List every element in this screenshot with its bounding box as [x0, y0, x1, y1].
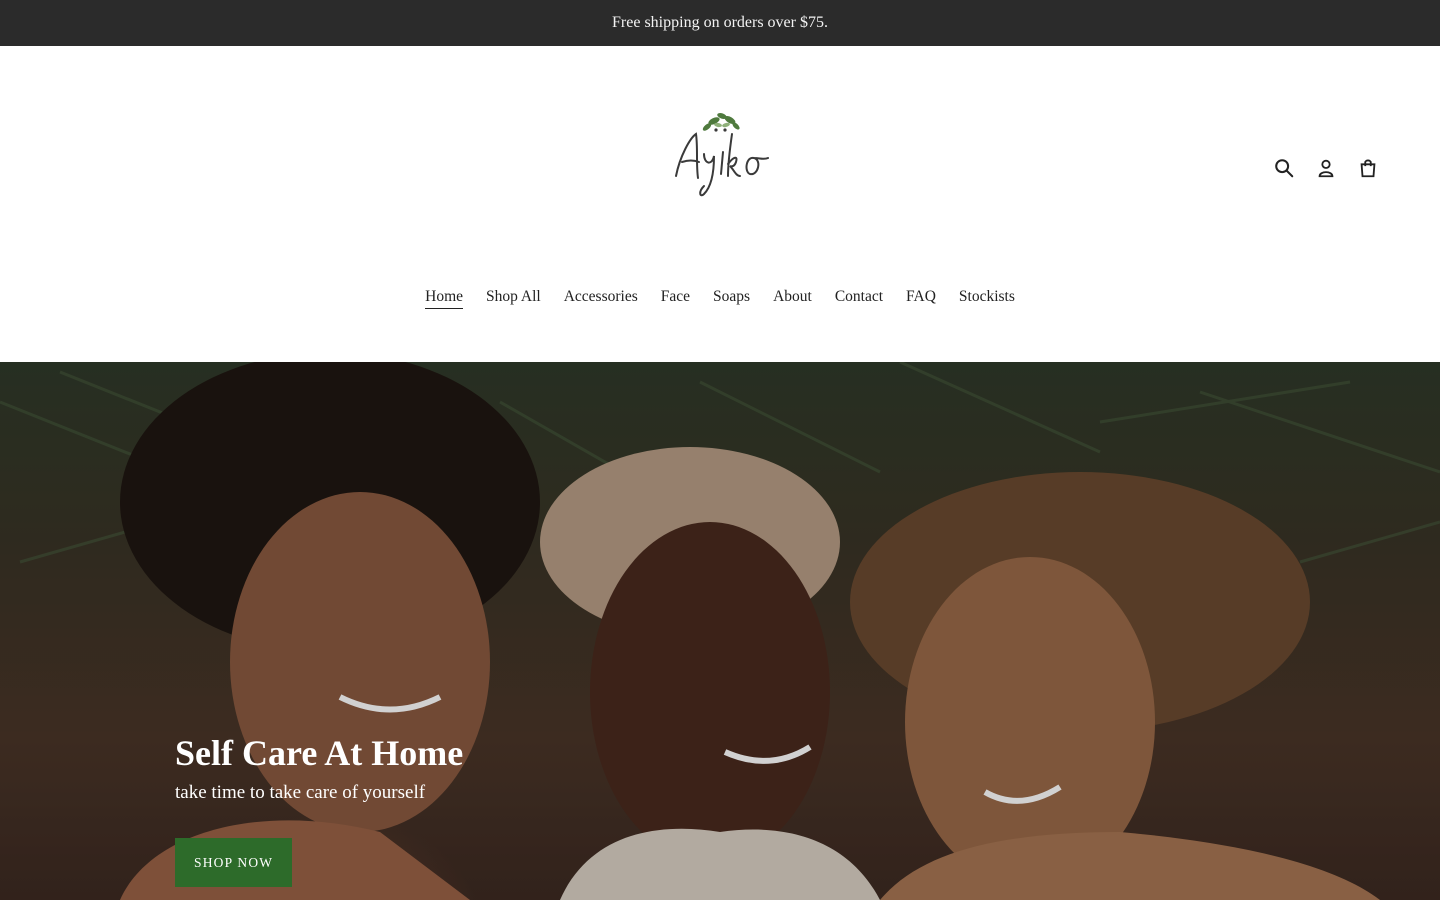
nav-item-home[interactable]: Home	[425, 288, 464, 309]
shop-now-button[interactable]: SHOP NOW	[175, 838, 293, 887]
announcement-text: Free shipping on orders over $75.	[612, 14, 828, 31]
nav-item-faq[interactable]: FAQ	[906, 288, 936, 309]
nav-item-accessories[interactable]: Accessories	[564, 288, 638, 309]
announcement-bar: Free shipping on orders over $75.	[0, 0, 1440, 46]
site-header: Home Shop All Accessories Face Soaps Abo…	[0, 46, 1440, 362]
nav-item-stockists[interactable]: Stockists	[959, 288, 1015, 309]
nav-item-contact[interactable]: Contact	[835, 288, 883, 309]
nav-item-face[interactable]: Face	[661, 288, 690, 309]
nav-item-shop-all[interactable]: Shop All	[486, 288, 541, 309]
search-icon[interactable]	[1272, 156, 1296, 180]
brand-logo[interactable]	[668, 108, 780, 208]
hero-subtitle: take time to take care of yourself	[175, 782, 426, 803]
logo-image	[675, 113, 769, 197]
hero-banner: Self Care At Home take time to take care…	[0, 362, 1440, 900]
account-icon[interactable]	[1314, 156, 1338, 180]
hero-title: Self Care At Home	[175, 733, 464, 773]
hero-content: Self Care At Home take time to take care…	[175, 732, 463, 887]
header-icons	[1272, 156, 1380, 180]
main-navigation: Home Shop All Accessories Face Soaps Abo…	[0, 288, 1440, 309]
nav-item-soaps[interactable]: Soaps	[713, 288, 750, 309]
cart-icon[interactable]	[1356, 156, 1380, 180]
nav-item-about[interactable]: About	[773, 288, 812, 309]
